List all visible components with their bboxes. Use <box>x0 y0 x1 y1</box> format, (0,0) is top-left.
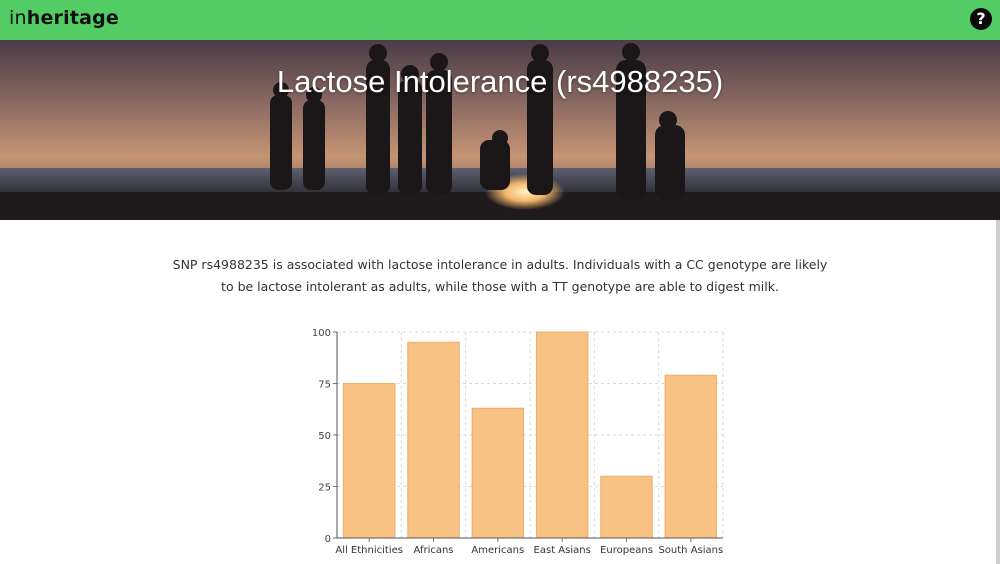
brand-suffix: heritage <box>26 7 120 29</box>
y-tick-label: 100 <box>312 328 331 339</box>
page-edge-divider <box>996 220 1000 564</box>
y-tick-label: 75 <box>318 380 331 391</box>
x-tick-label: Africans <box>413 545 453 556</box>
y-tick-label: 0 <box>325 534 331 545</box>
x-tick-label: Europeans <box>600 545 653 556</box>
bar-africans[interactable] <box>407 341 460 539</box>
bar-all-ethnicities[interactable] <box>342 383 396 539</box>
brand-prefix: in <box>9 7 27 29</box>
x-tick-label: South Asians <box>658 545 723 556</box>
bar-europeans[interactable] <box>600 475 653 539</box>
snp-description: SNP rs4988235 is associated with lactose… <box>172 257 828 294</box>
x-tick-label: All Ethnicities <box>335 545 403 556</box>
hero-banner: Lactose Intolerance (rs4988235) <box>0 40 1000 220</box>
bar-east-asians[interactable] <box>535 331 589 539</box>
x-tick-label: East Asians <box>534 545 591 556</box>
page-title: Lactose Intolerance (rs4988235) <box>276 64 724 99</box>
x-tick-label: Americans <box>471 545 524 556</box>
brand-logo[interactable]: inheritage <box>9 7 119 29</box>
help-icon[interactable]: ? <box>970 8 992 30</box>
y-tick-label: 25 <box>318 483 331 494</box>
bar-americans[interactable] <box>471 407 525 539</box>
genotype-bar-chart: 0 25 50 75 100 All Ethnicities Africans America… <box>312 328 724 556</box>
y-tick-label: 50 <box>318 431 331 442</box>
top-bar: inheritage ? <box>0 0 1000 40</box>
bar-south-asians[interactable] <box>664 374 718 539</box>
